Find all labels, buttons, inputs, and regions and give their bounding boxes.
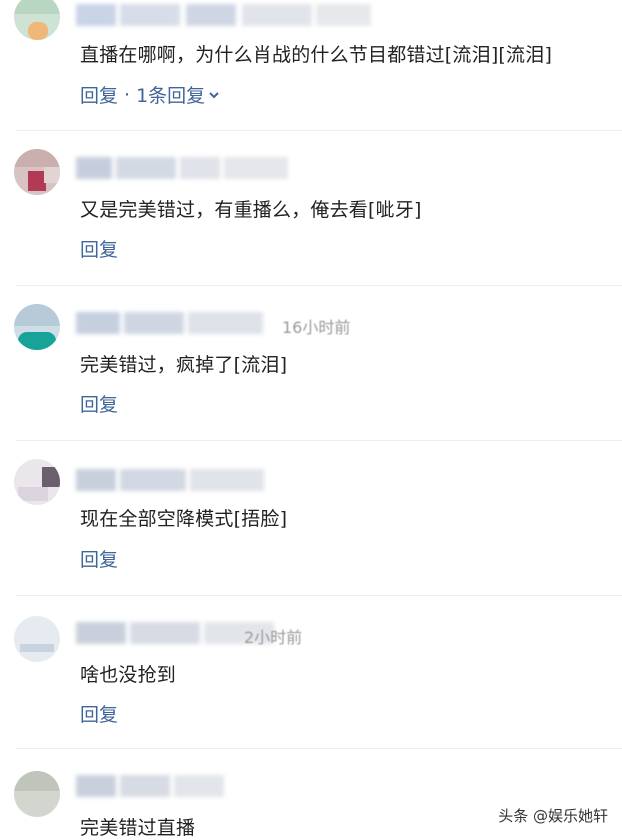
reply-row: 回复 · 1条回复 [80, 81, 220, 108]
reply-row: 回复 [80, 390, 118, 417]
comment-text: 啥也没抢到 [80, 664, 177, 686]
comment-text: 直播在哪啊，为什么肖战的什么节目都错过[流泪][流泪] [80, 44, 553, 66]
reply-count-link[interactable]: 1条回复 [136, 81, 205, 108]
timestamp-partial: 16小时前 [282, 318, 351, 337]
comment-text: 现在全部空降模式[捂脸] [80, 508, 288, 530]
reply-row: 回复 [80, 235, 118, 262]
username-blurred[interactable] [76, 157, 291, 179]
avatar[interactable] [14, 149, 60, 195]
comment-item: 16小时前 完美错过，疯掉了[流泪] 回复 [0, 286, 622, 440]
reply-button[interactable]: 回复 [80, 390, 118, 417]
avatar[interactable] [14, 459, 60, 505]
reply-button[interactable]: 回复 [80, 81, 118, 108]
username-blurred[interactable] [76, 775, 226, 797]
username-blurred[interactable] [76, 312, 266, 334]
comment-item: 现在全部空降模式[捂脸] 回复 [0, 441, 622, 595]
avatar[interactable] [14, 616, 60, 662]
comment-item: 又是完美错过，有重播么，俺去看[呲牙] 回复 [0, 131, 622, 281]
reply-button[interactable]: 回复 [80, 545, 118, 572]
username-blurred[interactable] [76, 4, 376, 26]
comment-item: 2小时前 啥也没抢到 回复 [0, 596, 622, 748]
reply-button[interactable]: 回复 [80, 235, 118, 262]
reply-row: 回复 [80, 545, 118, 572]
avatar[interactable] [14, 771, 60, 817]
reply-button[interactable]: 回复 [80, 700, 118, 727]
watermark: 头条 @娱乐她轩 [498, 807, 608, 825]
comment-text: 完美错过直播 [80, 817, 196, 839]
separator: · [124, 83, 131, 106]
comment-text: 完美错过，疯掉了[流泪] [80, 354, 288, 376]
timestamp-partial: 2小时前 [244, 628, 303, 647]
avatar[interactable] [14, 0, 60, 40]
username-blurred[interactable] [76, 469, 266, 491]
chevron-down-icon[interactable] [208, 89, 220, 101]
avatar[interactable] [14, 304, 60, 350]
comment-item: 直播在哪啊，为什么肖战的什么节目都错过[流泪][流泪] 回复 · 1条回复 [0, 0, 622, 130]
reply-row: 回复 [80, 700, 118, 727]
comment-text: 又是完美错过，有重播么，俺去看[呲牙] [80, 199, 422, 221]
